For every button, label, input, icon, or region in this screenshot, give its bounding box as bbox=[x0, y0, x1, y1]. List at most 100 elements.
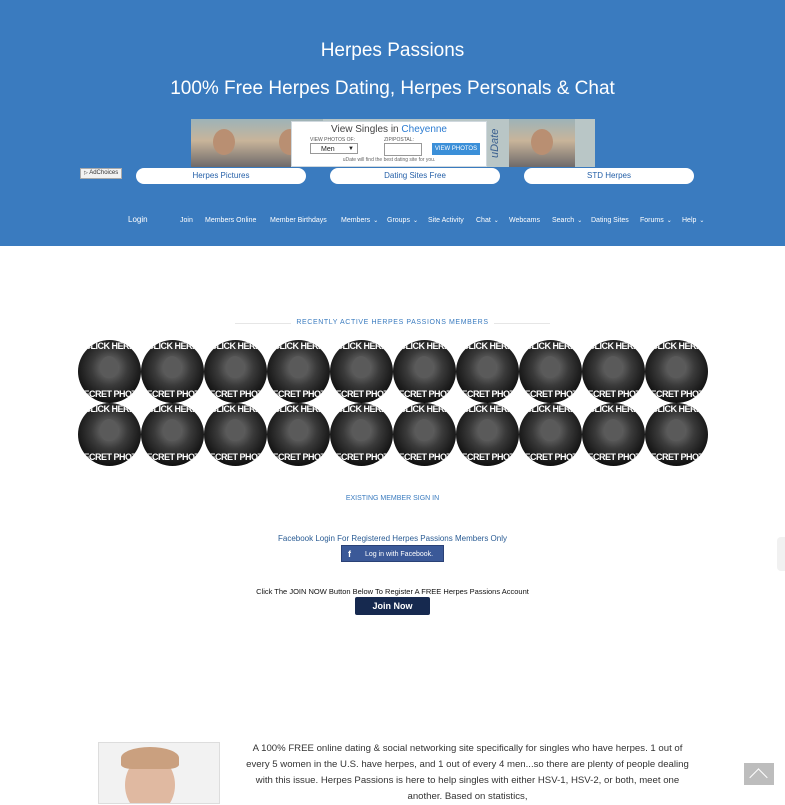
member-photo[interactable]: CLICK HERE SECRET PHOTO bbox=[267, 340, 330, 403]
main-nav: Login Join Members Online Member Birthda… bbox=[0, 214, 785, 230]
member-photo[interactable]: CLICK HERE SECRET PHOTO bbox=[456, 340, 519, 403]
member-photo[interactable]: CLICK HERE SECRET PHOTO bbox=[204, 340, 267, 403]
member-photo[interactable]: CLICK HERE SECRET PHOTO bbox=[330, 403, 393, 466]
nav-item-forums[interactable]: Forums ⌄ bbox=[640, 217, 672, 224]
photo-caption-bottom: SECRET PHOTO bbox=[78, 389, 141, 399]
photo-caption-bottom: SECRET PHOTO bbox=[330, 389, 393, 399]
nav-item-search[interactable]: Search ⌄ bbox=[552, 217, 582, 224]
photo-caption-bottom: SECRET PHOTO bbox=[204, 452, 267, 462]
chevron-down-icon: ⌄ bbox=[699, 218, 705, 224]
photo-caption-top: CLICK HERE bbox=[651, 341, 702, 351]
ad-gender-select[interactable]: Men ▼ bbox=[310, 143, 358, 154]
select-arrow-icon: ▼ bbox=[348, 146, 354, 152]
member-photo[interactable]: CLICK HERE SECRET PHOTO bbox=[78, 340, 141, 403]
chevron-down-icon: ⌄ bbox=[412, 218, 418, 224]
ad-title: View Singles in Cheyenne bbox=[292, 124, 486, 135]
photo-caption-bottom: SECRET PHOTO bbox=[330, 452, 393, 462]
side-feedback-tab[interactable] bbox=[777, 537, 785, 571]
member-photo[interactable]: CLICK HERE SECRET PHOTO bbox=[582, 403, 645, 466]
photo-caption-top: CLICK HERE bbox=[525, 404, 576, 414]
member-photo[interactable]: CLICK HERE SECRET PHOTO bbox=[519, 403, 582, 466]
photo-caption-bottom: SECRET PHOTO bbox=[393, 452, 456, 462]
photo-caption-bottom: SECRET PHOTO bbox=[456, 389, 519, 399]
existing-member-signin-link[interactable]: EXISTING MEMBER SIGN IN bbox=[0, 495, 785, 502]
adchoices-badge[interactable]: ▷ AdChoices bbox=[80, 168, 123, 179]
ad-footer-text: uDate will find the best dating site for… bbox=[342, 157, 436, 163]
photo-caption-top: CLICK HERE bbox=[84, 341, 135, 351]
nav-item-label: Site Activity bbox=[428, 217, 464, 224]
photo-caption-top: CLICK HERE bbox=[210, 341, 261, 351]
adchoices-icon: ▷ bbox=[84, 170, 88, 176]
nav-item-help[interactable]: Help ⌄ bbox=[682, 217, 704, 224]
ad-logo: uDate bbox=[489, 128, 501, 158]
scroll-to-top-button[interactable] bbox=[744, 763, 774, 785]
member-photo[interactable]: CLICK HERE SECRET PHOTO bbox=[645, 340, 708, 403]
nav-item-label: Webcams bbox=[509, 217, 540, 224]
member-photo[interactable]: CLICK HERE SECRET PHOTO bbox=[330, 340, 393, 403]
nav-item-site-activity[interactable]: Site Activity bbox=[428, 217, 464, 224]
member-photo[interactable]: CLICK HERE SECRET PHOTO bbox=[141, 340, 204, 403]
photo-caption-bottom: SECRET PHOTO bbox=[204, 389, 267, 399]
nav-item-members[interactable]: Members ⌄ bbox=[341, 217, 378, 224]
photo-caption-bottom: SECRET PHOTO bbox=[582, 389, 645, 399]
nav-item-label: Members Online bbox=[205, 217, 257, 224]
site-title[interactable]: Herpes Passions bbox=[0, 40, 785, 62]
member-photo-grid: CLICK HERE SECRET PHOTO CLICK HERE SECRET P… bbox=[78, 340, 708, 466]
nav-item-member-birthdays[interactable]: Member Birthdays bbox=[270, 217, 327, 224]
member-photo[interactable]: CLICK HERE SECRET PHOTO bbox=[393, 340, 456, 403]
photo-caption-bottom: SECRET PHOTO bbox=[645, 389, 708, 399]
photo-caption-top: CLICK HERE bbox=[399, 341, 450, 351]
photo-caption-top: CLICK HERE bbox=[336, 404, 387, 414]
ad-title-prefix: View Singles in bbox=[330, 124, 399, 135]
nav-login[interactable]: Login bbox=[128, 215, 148, 224]
nav-item-label: Help bbox=[682, 217, 697, 224]
nav-item-join[interactable]: Join bbox=[180, 217, 193, 224]
member-photo[interactable]: CLICK HERE SECRET PHOTO bbox=[267, 403, 330, 466]
photo-caption-top: CLICK HERE bbox=[462, 341, 513, 351]
members-heading: RECENTLY ACTIVE HERPES PASSIONS MEMBERS bbox=[0, 319, 785, 326]
nav-item-webcams[interactable]: Webcams bbox=[509, 217, 540, 224]
ad-banner[interactable]: View Singles in Cheyenne VIEW PHOTOS OF:… bbox=[191, 119, 595, 167]
photo-caption-top: CLICK HERE bbox=[273, 404, 324, 414]
member-photo[interactable]: CLICK HERE SECRET PHOTO bbox=[204, 403, 267, 466]
ext-link-std-herpes[interactable]: STD Herpes bbox=[524, 168, 694, 184]
nav-item-label: Groups bbox=[387, 217, 410, 224]
nav-item-label: Members bbox=[341, 217, 371, 224]
join-instructions: Click The JOIN NOW Button Below To Regis… bbox=[256, 587, 529, 596]
photo-caption-bottom: SECRET PHOTO bbox=[141, 389, 204, 399]
nav-item-label: Member Birthdays bbox=[270, 217, 327, 224]
member-photo[interactable]: CLICK HERE SECRET PHOTO bbox=[78, 403, 141, 466]
ad-form: View Singles in Cheyenne VIEW PHOTOS OF:… bbox=[291, 121, 487, 167]
nav-item-label: Dating Sites bbox=[591, 217, 629, 224]
photo-caption-bottom: SECRET PHOTO bbox=[519, 452, 582, 462]
ad-view-photos-button[interactable]: VIEW PHOTOS bbox=[432, 143, 480, 155]
photo-caption-bottom: SECRET PHOTO bbox=[141, 452, 204, 462]
nav-item-label: Chat bbox=[476, 217, 491, 224]
intro-paragraph: A 100% FREE online dating & social netwo… bbox=[246, 743, 689, 802]
ext-link-dating-sites-free[interactable]: Dating Sites Free bbox=[330, 168, 500, 184]
ad-select-value: Men bbox=[321, 146, 335, 153]
ad-photo-1 bbox=[191, 119, 257, 167]
member-photo[interactable]: CLICK HERE SECRET PHOTO bbox=[519, 340, 582, 403]
ad-zip-input[interactable] bbox=[384, 143, 422, 156]
nav-item-groups[interactable]: Groups ⌄ bbox=[387, 217, 418, 224]
nav-item-members-online[interactable]: Members Online bbox=[205, 217, 256, 224]
nav-item-dating-sites[interactable]: Dating Sites bbox=[591, 217, 629, 224]
photo-caption-top: CLICK HERE bbox=[462, 404, 513, 414]
nav-item-label: Forums bbox=[640, 217, 664, 224]
facebook-button-label: Log in with Facebook. bbox=[365, 551, 434, 558]
site-header: Herpes Passions 100% Free Herpes Dating,… bbox=[0, 0, 785, 246]
facebook-login-button[interactable]: f Log in with Facebook. bbox=[341, 545, 444, 562]
member-photo[interactable]: CLICK HERE SECRET PHOTO bbox=[393, 403, 456, 466]
member-photo[interactable]: CLICK HERE SECRET PHOTO bbox=[456, 403, 519, 466]
member-photo[interactable]: CLICK HERE SECRET PHOTO bbox=[582, 340, 645, 403]
chevron-down-icon: ⌄ bbox=[493, 218, 499, 224]
member-photo[interactable]: CLICK HERE SECRET PHOTO bbox=[141, 403, 204, 466]
nav-item-label: Search bbox=[552, 217, 575, 224]
ad-photo-3 bbox=[509, 119, 575, 167]
join-now-button[interactable]: Join Now bbox=[355, 597, 430, 615]
ext-link-herpes-pictures[interactable]: Herpes Pictures bbox=[136, 168, 306, 184]
member-photo[interactable]: CLICK HERE SECRET PHOTO bbox=[645, 403, 708, 466]
nav-item-chat[interactable]: Chat ⌄ bbox=[476, 217, 499, 224]
adchoices-label: AdChoices bbox=[89, 170, 119, 176]
